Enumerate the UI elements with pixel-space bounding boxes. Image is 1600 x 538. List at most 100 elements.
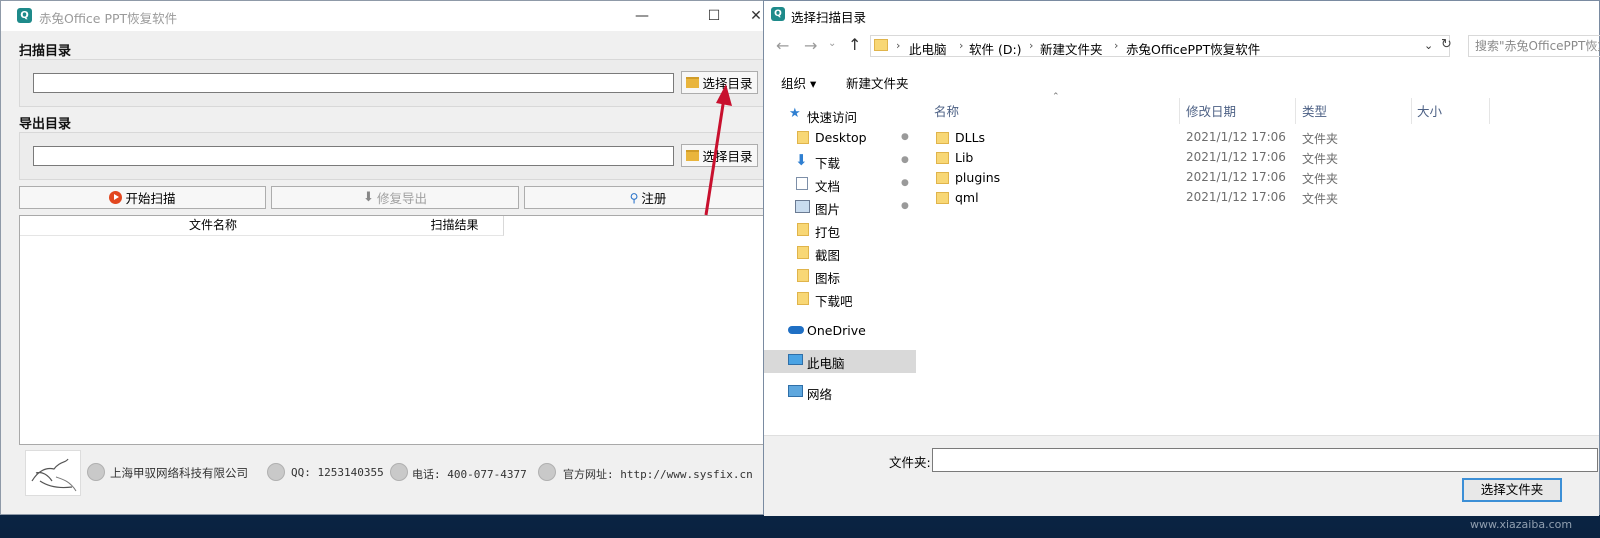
breadcrumb-new-folder[interactable]: 新建文件夹 (1040, 39, 1103, 58)
nav-item-tubiao[interactable]: 图标 (764, 265, 916, 288)
nav-this-pc-label: 此电脑 (807, 356, 845, 371)
refresh-icon[interactable]: ↻ (1441, 37, 1452, 52)
up-icon[interactable]: ↑ (848, 35, 861, 54)
nav-item-pictures[interactable]: 图片 ● (764, 196, 916, 219)
organize-button[interactable]: 组织 ▾ (781, 73, 816, 92)
breadcrumb-separator: › (1029, 39, 1034, 52)
breadcrumb-this-pc[interactable]: 此电脑 (909, 39, 947, 58)
scan-dir-input[interactable] (33, 73, 674, 93)
pin-icon: ● (901, 178, 909, 188)
nav-item-documents[interactable]: 文档 ● (764, 173, 916, 196)
nav-quick-access[interactable]: ★ 快速访问 (764, 104, 916, 127)
start-scan-button[interactable]: 开始扫描 (19, 186, 266, 209)
file-modified: 2021/1/12 17:06 (1186, 190, 1286, 204)
phone-icon (390, 463, 408, 481)
select-folder-dialog: Q 选择扫描目录 ← → ⌄ ↑ › 此电脑 › 软件 (D:) › 新建文件夹… (763, 0, 1600, 516)
nav-item-label: 截图 (815, 248, 841, 263)
maximize-button[interactable]: ☐ (691, 1, 737, 31)
breadcrumb-separator: › (1251, 39, 1256, 52)
column-header-name[interactable]: 名称 (934, 101, 959, 121)
column-header-result[interactable]: 扫描结果 (406, 216, 504, 236)
folder-icon (797, 269, 809, 282)
download-arrow-icon: ⬇ (363, 190, 374, 205)
column-divider (1295, 98, 1296, 124)
repair-export-label: 修复导出 (376, 191, 427, 206)
recent-dropdown-icon[interactable]: ⌄ (828, 38, 836, 49)
dialog-footer: 文件夹: 选择文件夹 (764, 435, 1599, 516)
nav-item-label: Desktop (815, 130, 867, 145)
export-dir-group: 选择目录 (19, 132, 775, 180)
file-type: 文件夹 (1302, 192, 1339, 206)
navigation-pane: ★ 快速访问 Desktop ● ⬇ 下载 ● 文档 ● 图片 ● 打包 截图 … (764, 95, 916, 435)
file-modified: 2021/1/12 17:06 (1186, 150, 1286, 164)
command-bar: 组织 ▾ 新建文件夹 (764, 67, 1599, 95)
nav-item-dabao[interactable]: 打包 (764, 219, 916, 242)
nav-item-label: 下载 (815, 156, 841, 171)
folder-field-label: 文件夹: (889, 455, 931, 470)
nav-item-desktop[interactable]: Desktop ● (764, 127, 916, 150)
nav-item-xiazaiba[interactable]: 下载吧 (764, 288, 916, 311)
folder-icon (797, 246, 809, 259)
column-header-size[interactable]: 大小 (1417, 101, 1442, 121)
download-icon: ⬇ (795, 151, 808, 169)
pin-icon: ● (901, 201, 909, 211)
document-icon (796, 177, 808, 190)
column-header-filename[interactable]: 文件名称 (20, 216, 407, 236)
scan-dir-label: 扫描目录 (19, 44, 72, 59)
company-name: 上海甲驭网络科技有限公司 (110, 466, 248, 480)
website-link[interactable]: 官方网址: http://www.sysfix.cn (563, 466, 763, 482)
breadcrumb-drive-d[interactable]: 软件 (D:) (969, 39, 1022, 58)
search-input[interactable]: 搜索"赤兔OfficePPT恢复软件" (1468, 35, 1600, 57)
breadcrumb-app-folder[interactable]: 赤兔OfficePPT恢复软件 (1126, 39, 1260, 58)
address-dropdown-icon[interactable]: ⌄ (1424, 39, 1433, 52)
file-row[interactable]: plugins 2021/1/12 17:06 文件夹 (917, 168, 1599, 188)
nav-onedrive-label: OneDrive (807, 323, 866, 338)
nav-this-pc[interactable]: 此电脑 (764, 350, 916, 373)
nav-item-label: 图标 (815, 271, 841, 286)
watermark: www.xiazaiba.com (1470, 518, 1573, 531)
scan-results-list[interactable]: 文件名称 扫描结果 (19, 215, 776, 445)
folder-name-input[interactable] (932, 448, 1598, 472)
red-annotation-arrow (704, 84, 732, 216)
breadcrumb-separator: › (1114, 39, 1119, 52)
export-dir-input[interactable] (33, 146, 674, 166)
building-icon (87, 463, 105, 481)
nav-item-downloads[interactable]: ⬇ 下载 ● (764, 150, 916, 173)
file-list: ⌃ 名称 修改日期 类型 大小 DLLs 2021/1/12 17:06 文件夹… (917, 92, 1599, 435)
nav-item-jietu[interactable]: 截图 (764, 242, 916, 265)
folder-icon (936, 132, 949, 144)
file-type: 文件夹 (1302, 152, 1339, 166)
app-title: 赤兔Office PPT恢复软件 (39, 11, 178, 26)
nav-item-label: 下载吧 (815, 294, 853, 309)
forward-icon[interactable]: → (804, 36, 817, 55)
folder-icon (797, 292, 809, 305)
nav-onedrive[interactable]: OneDrive (764, 320, 916, 343)
play-icon (109, 191, 123, 204)
column-header-type[interactable]: 类型 (1302, 101, 1327, 121)
file-row[interactable]: qml 2021/1/12 17:06 文件夹 (917, 188, 1599, 208)
column-divider (1411, 98, 1412, 124)
app-logo-icon: Q (17, 8, 32, 23)
repair-export-button[interactable]: ⬇ 修复导出 (271, 186, 519, 209)
scan-dir-group: 选择目录 (19, 59, 775, 107)
breadcrumb-separator: › (896, 39, 901, 52)
column-header-modified[interactable]: 修改日期 (1186, 101, 1236, 121)
globe-icon (538, 463, 556, 481)
nav-item-label: 文档 (815, 179, 841, 194)
address-bar[interactable]: › 此电脑 › 软件 (D:) › 新建文件夹 › 赤兔OfficePPT恢复软… (870, 35, 1450, 57)
nav-network[interactable]: 网络 (764, 381, 916, 404)
new-folder-button[interactable]: 新建文件夹 (846, 73, 909, 92)
back-icon[interactable]: ← (776, 36, 789, 55)
select-folder-button[interactable]: 选择文件夹 (1462, 478, 1562, 502)
minimize-button[interactable]: — (619, 1, 665, 31)
file-row[interactable]: DLLs 2021/1/12 17:06 文件夹 (917, 128, 1599, 148)
file-row[interactable]: Lib 2021/1/12 17:06 文件夹 (917, 148, 1599, 168)
register-label: 注册 (641, 191, 667, 206)
nav-quick-access-label: 快速访问 (807, 110, 858, 125)
main-window: Q 赤兔Office PPT恢复软件 — ☐ ✕ 扫描目录 选择目录 导出目录 … (0, 0, 778, 515)
folder-icon (936, 192, 949, 204)
file-modified: 2021/1/12 17:06 (1186, 130, 1286, 144)
column-divider (1489, 98, 1490, 124)
file-name: Lib (955, 150, 974, 165)
breadcrumb-separator: › (959, 39, 964, 52)
